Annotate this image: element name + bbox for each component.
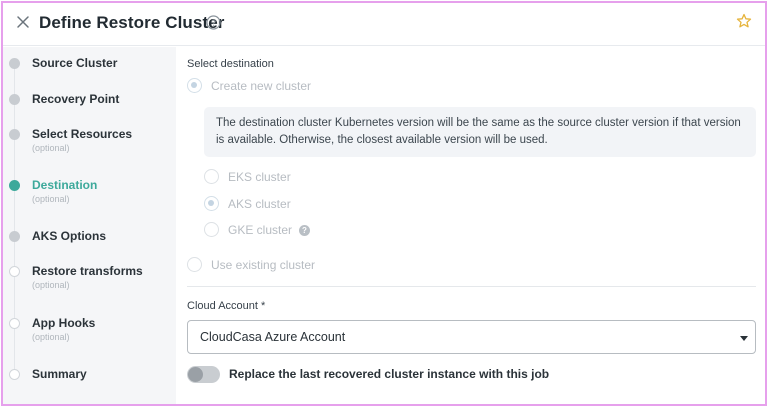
step-label: App Hooks — [32, 316, 96, 330]
step-dot — [9, 94, 20, 105]
step-optional-note: (optional) — [32, 332, 70, 342]
cloud-account-label: Cloud Account * — [187, 300, 266, 312]
section-divider — [187, 286, 756, 287]
help-circle-icon[interactable]: ? — [206, 15, 221, 30]
toggle-knob — [188, 367, 203, 382]
gke-cluster-radio[interactable] — [204, 222, 219, 237]
step-optional-note: (optional) — [32, 143, 70, 153]
destination-form: Select destination Create new cluster Th… — [176, 47, 765, 404]
step-dot — [9, 318, 20, 329]
step-dot — [9, 129, 20, 140]
aks-cluster-label: AKS cluster — [228, 197, 291, 211]
page-title: Define Restore Cluster — [39, 13, 225, 32]
step-label: Recovery Point — [32, 92, 120, 106]
step-dot — [9, 231, 20, 242]
eks-cluster-label: EKS cluster — [228, 170, 291, 184]
cloud-account-select[interactable]: CloudCasa Azure Account — [187, 320, 756, 354]
step-label: Destination — [32, 178, 98, 192]
gke-cluster-label: GKE cluster — [228, 223, 293, 237]
step-label: Source Cluster — [32, 56, 118, 70]
step-dot-active — [9, 180, 20, 191]
step-label: Select Resources — [32, 127, 133, 141]
step-optional-note: (optional) — [32, 280, 70, 290]
step-label: AKS Options — [32, 229, 106, 243]
chevron-down-icon — [740, 336, 748, 341]
restore-cluster-panel: Define Restore Cluster ? Source Cluster … — [1, 1, 767, 406]
version-info-box: The destination cluster Kubernetes versi… — [204, 107, 756, 157]
use-existing-cluster-label: Use existing cluster — [211, 258, 316, 272]
star-outline-icon[interactable] — [736, 13, 752, 29]
eks-cluster-radio[interactable] — [204, 169, 219, 184]
svg-text:?: ? — [211, 18, 216, 28]
step-optional-note: (optional) — [32, 194, 70, 204]
use-existing-cluster-radio[interactable] — [187, 257, 202, 272]
wizard-stepper: Source Cluster Recovery Point Select Res… — [3, 47, 176, 404]
close-icon[interactable] — [15, 14, 31, 30]
step-dot — [9, 369, 20, 380]
step-dot — [9, 266, 20, 277]
replace-instance-toggle[interactable] — [187, 366, 220, 383]
step-dot — [9, 58, 20, 69]
cloud-account-value: CloudCasa Azure Account — [200, 330, 346, 344]
step-label: Summary — [32, 367, 87, 381]
replace-instance-label: Replace the last recovered cluster insta… — [229, 367, 550, 381]
aks-cluster-radio[interactable] — [204, 196, 219, 211]
create-new-cluster-label: Create new cluster — [211, 79, 312, 93]
panel-header: Define Restore Cluster ? — [3, 3, 765, 46]
select-destination-label: Select destination — [187, 58, 274, 70]
create-new-cluster-radio[interactable] — [187, 78, 202, 93]
step-label: Restore transforms — [32, 264, 143, 278]
gke-help-icon[interactable]: ? — [299, 225, 310, 236]
version-info-text: The destination cluster Kubernetes versi… — [216, 117, 741, 146]
